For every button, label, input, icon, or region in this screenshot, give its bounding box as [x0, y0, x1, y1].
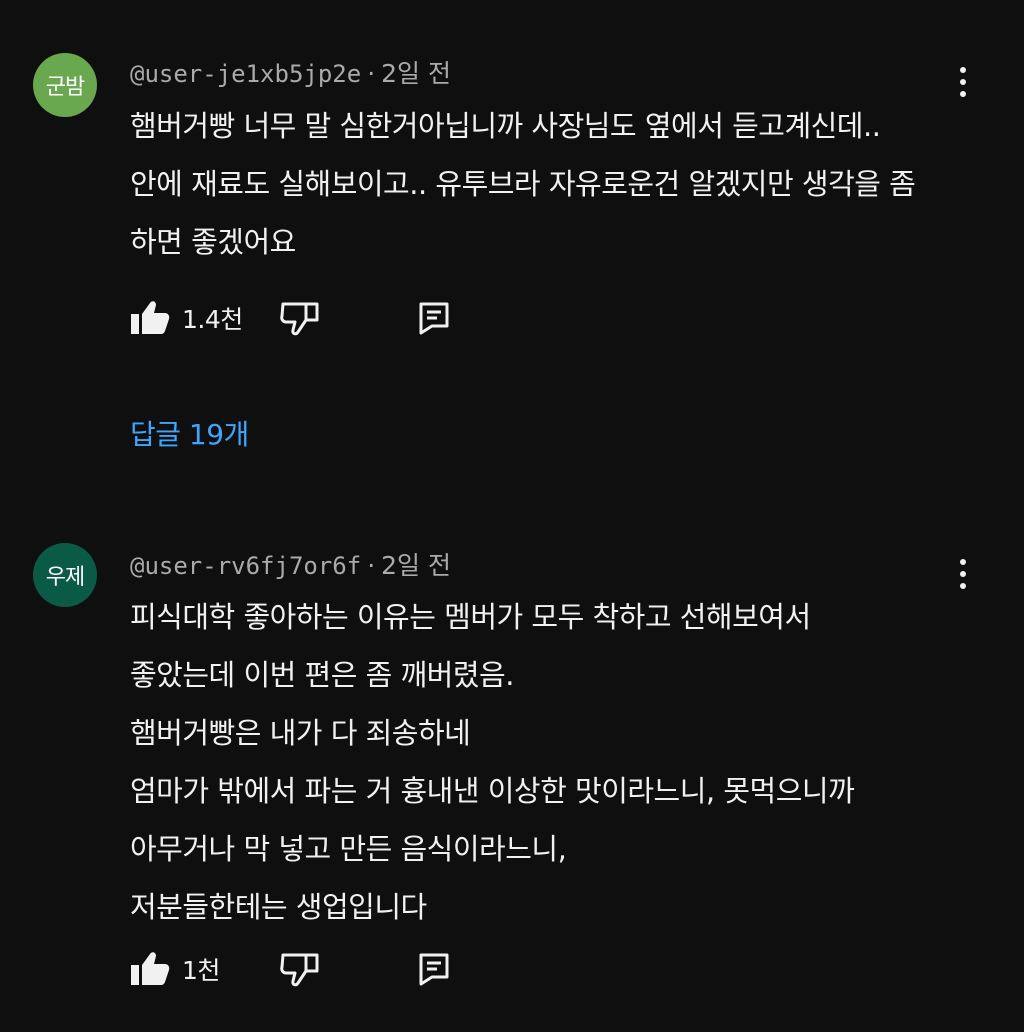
avatar-initials: 우제: [45, 565, 85, 590]
more-vert-icon-dot: [960, 79, 966, 85]
like-icon: [131, 952, 170, 985]
like-count: 1.4천: [182, 305, 243, 334]
comment-time[interactable]: 2일 전: [381, 551, 451, 580]
more-vert-icon-dot: [960, 559, 966, 565]
comment-line: 좋았는데 이번 편은 좀 깨버렸음.: [130, 658, 514, 692]
like-button[interactable]: 1.4천: [130, 296, 243, 340]
more-options-button[interactable]: [946, 62, 980, 102]
avatar[interactable]: 군밤: [33, 53, 97, 117]
comment-line: 피식대학 좋아하는 이유는 멤버가 모두 착하고 선해보여서: [130, 600, 811, 634]
comment-line: 햄버거빵 너무 말 심한거아닙니까 사장님도 옆에서 듣고계신데..: [130, 109, 881, 143]
comment-line: 하면 좋겠어요: [130, 225, 296, 259]
dislike-icon: [280, 302, 319, 336]
dislike-button[interactable]: [280, 947, 320, 991]
comment-meta: @user-rv6fj7or6f · 2일 전: [130, 549, 451, 583]
reply-icon: [419, 953, 449, 986]
dislike-icon: [280, 953, 319, 987]
comment-line: 아무거나 막 넣고 만든 음식이라느니,: [130, 832, 567, 866]
like-icon: [131, 301, 170, 334]
meta-separator: ·: [367, 551, 376, 580]
comment-line: 엄마가 밖에서 파는 거 흉내낸 이상한 맛이라느니, 못먹으니까: [130, 774, 855, 808]
comment-text: 햄버거빵 너무 말 심한거아닙니까 사장님도 옆에서 듣고계신데.. 안에 재료…: [130, 97, 990, 271]
view-replies-button[interactable]: 답글 19개: [130, 415, 249, 455]
like-count: 1천: [182, 956, 220, 985]
reply-button[interactable]: [418, 296, 450, 340]
author-handle[interactable]: @user-je1xb5jp2e: [130, 60, 361, 88]
avatar-initials: 군밤: [45, 75, 85, 100]
reply-icon: [419, 302, 449, 335]
comment-line: 저분들한테는 생업입니다: [130, 890, 427, 924]
comment-time[interactable]: 2일 전: [381, 59, 451, 88]
comment-actions: 1.4천: [130, 296, 530, 340]
more-vert-icon-dot: [960, 571, 966, 577]
author-handle[interactable]: @user-rv6fj7or6f: [130, 552, 361, 580]
comment-line: 안에 재료도 실해보이고.. 유투브라 자유로운건 알겠지만 생각을 좀: [130, 167, 916, 201]
more-vert-icon-dot: [960, 67, 966, 73]
comment-line: 햄버거빵은 내가 다 죄송하네: [130, 716, 471, 750]
reply-button[interactable]: [418, 947, 450, 991]
meta-separator: ·: [367, 59, 376, 88]
comment-actions: 1천: [130, 947, 530, 991]
comment-meta: @user-je1xb5jp2e · 2일 전: [130, 57, 451, 91]
dislike-button[interactable]: [280, 296, 320, 340]
comment-text: 피식대학 좋아하는 이유는 멤버가 모두 착하고 선해보여서 좋았는데 이번 편…: [130, 588, 990, 936]
like-button[interactable]: 1천: [130, 947, 220, 991]
avatar[interactable]: 우제: [33, 543, 97, 607]
